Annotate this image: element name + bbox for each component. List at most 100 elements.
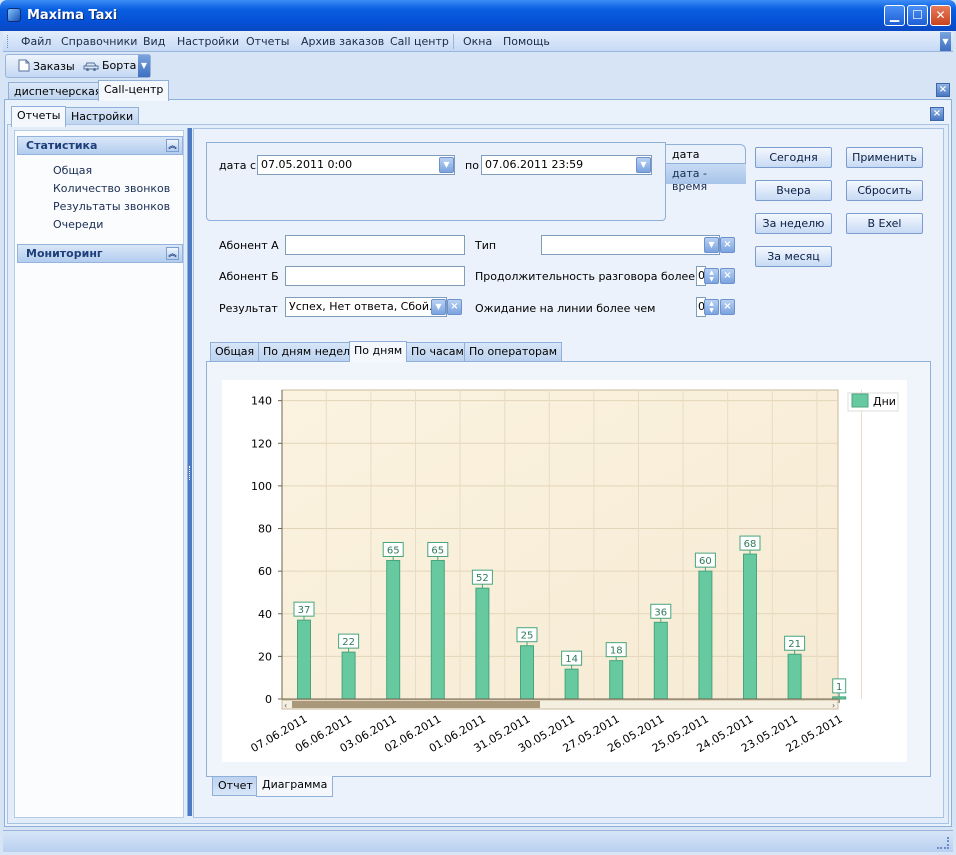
close-subtab-icon[interactable]: ×	[930, 107, 944, 121]
apply-button[interactable]: Применить	[846, 147, 923, 168]
date-range-group	[206, 142, 666, 221]
y-tick-label: 100	[251, 480, 272, 493]
month-button[interactable]: За месяц	[755, 246, 832, 267]
bar	[698, 570, 713, 700]
maximize-button[interactable]: ☐	[907, 5, 928, 26]
type-dropdown-icon[interactable]: ▼	[704, 237, 719, 253]
cars-button[interactable]: Борта	[83, 59, 136, 74]
chart-scrollbar-thumb[interactable]	[292, 701, 540, 708]
date-to-label: по	[465, 159, 479, 172]
minimize-button[interactable]: ▁	[884, 5, 905, 26]
bar	[609, 660, 624, 700]
chart-tab-hours[interactable]: По часам	[406, 342, 469, 361]
orders-label: Заказы	[33, 60, 75, 73]
view-tab-report[interactable]: Отчет	[212, 777, 259, 796]
nav-group-monitoring[interactable]: Мониторинг ︽	[17, 244, 183, 263]
menu-view[interactable]: Вид	[143, 35, 165, 48]
nav-group-statistics[interactable]: Статистика ︽	[17, 136, 183, 155]
export-excel-button[interactable]: В Exel	[846, 213, 923, 234]
menu-overflow-chevron-icon[interactable]: ▼	[940, 32, 951, 51]
collapse-icon[interactable]: ︽	[166, 247, 179, 260]
date-from-label: дата с	[219, 159, 257, 172]
tab-reports[interactable]: Отчеты	[11, 106, 67, 127]
car-icon	[83, 60, 99, 74]
subscriber-a-input[interactable]	[285, 235, 465, 255]
nav-group-statistics-title: Статистика	[26, 139, 98, 152]
nav-group-monitoring-title: Мониторинг	[26, 247, 103, 260]
menu-call-center[interactable]: Call центр	[390, 35, 449, 48]
menu-order-archive[interactable]: Архив заказов	[301, 35, 384, 48]
data-label: 36	[654, 607, 667, 618]
document-icon	[18, 59, 30, 75]
date-from-input[interactable]: 07.05.2011 0:00	[257, 155, 455, 175]
data-label: 65	[387, 545, 400, 556]
type-label: Тип	[475, 239, 497, 252]
waiting-spinner-icon[interactable]: ▲ ▼	[704, 299, 719, 315]
result-dropdown-icon[interactable]: ▼	[431, 299, 446, 315]
menu-file[interactable]: Файл	[21, 35, 51, 48]
nav-item-call-count[interactable]: Количество звонков	[53, 182, 170, 195]
nav-item-general[interactable]: Общая	[53, 164, 92, 177]
orders-button[interactable]: Заказы	[18, 59, 75, 75]
chart-tab-general[interactable]: Общая	[210, 342, 260, 361]
menu-directories[interactable]: Справочники	[61, 35, 137, 48]
y-axis-ticks: 0 20 40 60 80 100 120 140	[251, 395, 282, 706]
duration-spinner-icon[interactable]: ▲ ▼	[704, 268, 719, 284]
menu-help[interactable]: Помощь	[503, 35, 550, 48]
menu-windows[interactable]: Окна	[463, 35, 492, 48]
view-tab-diagram[interactable]: Диаграмма	[256, 776, 334, 797]
collapse-icon[interactable]: ︽	[166, 139, 179, 152]
result-label: Результат	[219, 302, 278, 315]
chart-canvas: 0 20 40 60 80 100 120 140 37 22 65 65 52 25 14 18 36 60 6…	[222, 380, 907, 762]
duration-clear-icon[interactable]: ×	[720, 268, 735, 284]
resize-grip-icon[interactable]	[937, 837, 949, 849]
scroll-right-arrow-icon[interactable]: ›	[832, 701, 835, 710]
y-tick-label: 40	[258, 608, 272, 621]
y-tick-label: 0	[265, 693, 272, 706]
nav-item-queues[interactable]: Очереди	[53, 218, 103, 231]
waiting-clear-icon[interactable]: ×	[720, 299, 735, 315]
waiting-label: Ожидание на линии более чем	[475, 302, 656, 315]
type-clear-icon[interactable]: ×	[720, 237, 735, 253]
y-tick-label: 140	[251, 395, 272, 408]
data-label: 60	[699, 556, 712, 567]
subscriber-b-input[interactable]	[285, 266, 465, 286]
scroll-left-arrow-icon[interactable]: ‹	[284, 701, 287, 710]
bar	[386, 559, 401, 700]
reset-button[interactable]: Сбросить	[846, 180, 923, 201]
legend-swatch	[851, 393, 869, 408]
result-select[interactable]: Успех, Нет ответа, Сбой...	[285, 297, 447, 317]
week-button[interactable]: За неделю	[755, 213, 832, 234]
toolbar: Заказы Борта ▼	[5, 54, 151, 78]
tab-call-center[interactable]: Call-центр	[98, 80, 170, 101]
close-tab-icon[interactable]: ×	[936, 83, 950, 97]
data-label: 21	[788, 639, 801, 650]
nav-item-call-results[interactable]: Результаты звонков	[53, 200, 170, 213]
bar	[341, 651, 356, 700]
toolbar-chevron-icon[interactable]: ▼	[138, 55, 150, 77]
date-to-input[interactable]: 07.06.2011 23:59	[481, 155, 652, 175]
y-tick-label: 120	[251, 437, 272, 450]
splitter-grip	[189, 466, 191, 480]
y-tick-label: 60	[258, 565, 272, 578]
result-clear-icon[interactable]: ×	[447, 299, 462, 315]
bar	[297, 619, 311, 700]
date-from-dropdown-icon[interactable]: ▼	[439, 157, 454, 173]
menu-settings[interactable]: Настройки	[177, 35, 239, 48]
panel-splitter[interactable]	[187, 128, 192, 816]
tab-date-mode[interactable]: дата	[666, 144, 746, 164]
yesterday-button[interactable]: Вчера	[755, 180, 832, 201]
chart-tab-days[interactable]: По дням	[349, 341, 408, 362]
close-button[interactable]: ✕	[930, 5, 951, 26]
date-to-dropdown-icon[interactable]: ▼	[636, 157, 651, 173]
menu-grip	[7, 35, 10, 48]
data-label: 18	[610, 646, 623, 657]
chart-tab-weekdays[interactable]: По дням недели	[258, 342, 363, 361]
chart-tab-operators[interactable]: По операторам	[464, 342, 563, 361]
type-select[interactable]	[541, 235, 720, 255]
tab-datetime-mode[interactable]: дата - время	[666, 164, 746, 193]
menu-reports[interactable]: Отчеты	[246, 35, 289, 48]
today-button[interactable]: Сегодня	[755, 147, 832, 168]
data-label: 25	[521, 631, 534, 642]
data-label: 52	[476, 573, 489, 584]
